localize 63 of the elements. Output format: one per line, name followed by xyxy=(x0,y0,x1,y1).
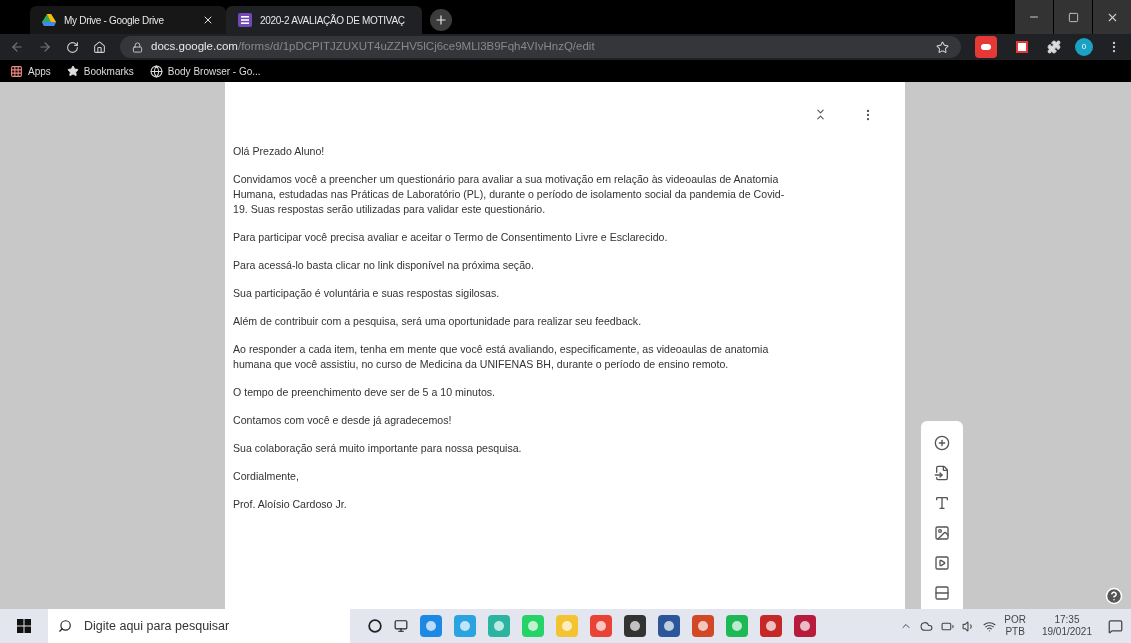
language-indicator[interactable]: POR PTB xyxy=(1004,614,1026,638)
new-tab-button[interactable] xyxy=(430,9,452,31)
description-paragraph: Sua colaboração será muito importante para nossa pesquisa. xyxy=(233,441,523,456)
home-icon[interactable] xyxy=(93,40,106,54)
description-paragraph: Prof. Aloísio Cardoso Jr. xyxy=(233,497,348,512)
star-icon xyxy=(66,65,79,77)
close-icon[interactable] xyxy=(202,14,214,26)
video-icon[interactable] xyxy=(934,555,950,571)
cortana-icon[interactable] xyxy=(368,619,382,633)
clock[interactable]: 17:35 19/01/2021 xyxy=(1033,614,1100,638)
description-paragraph: Sua participação é voluntária e suas respostas sigilosas. xyxy=(233,286,501,301)
search-icon xyxy=(58,619,72,633)
tab-title: My Drive - Google Drive xyxy=(64,13,165,28)
form-icon xyxy=(238,13,252,27)
url-text: docs.google.com/forms/d/1pDCPITJZUXUT4uZZHV5lCj6ce9MLl3B9Fqh4VIvHnzQ/edit xyxy=(151,39,596,55)
app-icon[interactable] xyxy=(794,615,816,637)
taskbar-search-box[interactable]: Digite aqui para pesquisar xyxy=(48,609,350,643)
browser-tab[interactable]: My Drive - Google Drive xyxy=(30,6,226,34)
browser-tab[interactable]: 2020-2 AVALIAÇÃO DE MOTIVAÇ xyxy=(226,6,422,34)
close-button[interactable] xyxy=(1093,0,1131,34)
forward-icon[interactable] xyxy=(38,40,52,54)
title-text-icon[interactable] xyxy=(934,495,950,511)
app-icon[interactable] xyxy=(760,615,782,637)
address-field[interactable]: docs.google.com/forms/d/1pDCPITJZUXUT4uZZHV5lCj6ce9MLl3B9Fqh4VIvHnzQ/edit xyxy=(120,36,961,58)
lock-icon xyxy=(132,41,143,53)
cloud-icon[interactable] xyxy=(920,619,934,633)
globe-icon xyxy=(149,64,163,78)
description-paragraph: Contamos com você e desde já agradecemos! xyxy=(233,413,453,428)
description-paragraph: Convidamos você a preencher um questionário para avaliar a sua motivação em relação às videoaulas de Anatomia Humana, estudadas nas Práticas de Laboratório (PL), durante o período de isolamento social da pandemia de Covid-19. Suas respostas serão utilizadas para validar este questionário. xyxy=(233,172,786,217)
notifications-icon[interactable] xyxy=(1108,618,1123,634)
section-icon[interactable] xyxy=(934,585,950,601)
drive-icon xyxy=(42,13,56,27)
description-paragraph: Olá Prezado Aluno! xyxy=(233,144,326,159)
description-paragraph: Cordialmente, xyxy=(233,469,300,484)
description-paragraph: O tempo de preenchimento deve ser de 5 a 10 minutos. xyxy=(233,385,497,400)
wifi-icon[interactable] xyxy=(983,619,997,633)
bookmark-item[interactable]: Bookmarks xyxy=(66,63,134,79)
bookmark-item[interactable]: Apps xyxy=(10,63,51,79)
add-question-icon[interactable] xyxy=(934,435,950,451)
windows-start-icon[interactable] xyxy=(17,619,31,633)
task-view-icon[interactable] xyxy=(394,619,408,633)
app-icon[interactable] xyxy=(624,615,646,637)
reload-icon[interactable] xyxy=(66,40,79,54)
description-paragraph: Ao responder a cada item, tenha em mente que você está avaliando, especificamente, as videoaulas de anatomia humana que você assistiu, no curso de Medicina da UNIFENAS BH, durante o período de ensino remoto. xyxy=(233,342,770,372)
description-paragraph: Para acessá-lo basta clicar no link disponível na próxima seção. xyxy=(233,258,535,273)
back-icon[interactable] xyxy=(10,40,24,54)
help-icon[interactable] xyxy=(1105,587,1123,605)
tab-title: 2020-2 AVALIAÇÃO DE MOTIVAÇ xyxy=(260,13,405,28)
maximize-button[interactable] xyxy=(1054,0,1092,34)
taskbar-search-field[interactable]: Digite aqui para pesquisar xyxy=(84,616,340,636)
apps-grid-icon xyxy=(10,64,23,78)
import-questions-icon[interactable] xyxy=(934,465,950,481)
plus-icon xyxy=(434,13,448,27)
extensions-icon[interactable] xyxy=(1047,40,1061,54)
app-icon[interactable] xyxy=(658,615,680,637)
collapse-icon[interactable] xyxy=(814,108,827,121)
image-icon[interactable] xyxy=(934,525,950,541)
description-paragraph: Além de contribuir com a pesquisa, será uma oportunidade para realizar seu feedback. xyxy=(233,314,643,329)
description-paragraph: Para participar você precisa avaliar e aceitar o Termo de Consentimento Livre e Esclarecido. xyxy=(233,230,669,245)
star-icon[interactable] xyxy=(936,40,949,54)
bookmark-item[interactable]: Body Browser - Go... xyxy=(149,63,261,79)
maximize-icon xyxy=(1067,11,1079,23)
extension-icon[interactable] xyxy=(975,36,997,58)
